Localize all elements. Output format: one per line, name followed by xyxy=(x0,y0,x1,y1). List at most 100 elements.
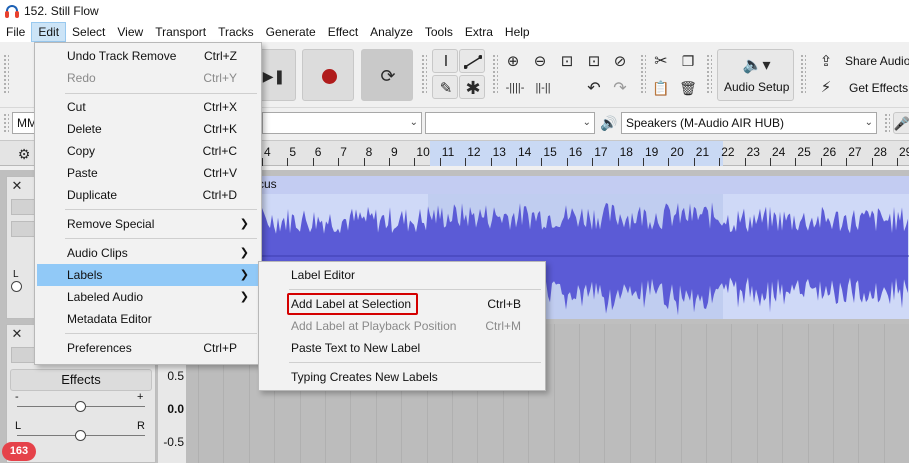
menu-edit[interactable]: Edit xyxy=(31,22,67,42)
menu-item-delete[interactable]: Delete Ctrl+K xyxy=(37,118,259,140)
menu-tracks[interactable]: Tracks xyxy=(212,22,260,42)
delete-icon[interactable]: 🗑 xyxy=(677,78,699,98)
menu-separator xyxy=(65,333,257,334)
menu-select[interactable]: Select xyxy=(66,22,111,42)
grid-line xyxy=(706,324,707,463)
trim-audio-icon[interactable]: -||||- xyxy=(502,78,528,98)
menu-item-undo[interactable]: Undo Track Remove Ctrl+Z xyxy=(37,45,259,67)
fit-selection-icon[interactable]: ⊡ xyxy=(556,50,578,72)
menu-file[interactable]: File xyxy=(0,22,31,42)
playback-device-value: Speakers (M-Audio AIR HUB) xyxy=(626,116,785,130)
menu-item-paste-text-to-new-label[interactable]: Paste Text to New Label xyxy=(261,337,543,359)
effects-button[interactable]: Effects xyxy=(10,369,152,391)
menu-item-copy[interactable]: Copy Ctrl+C xyxy=(37,140,259,162)
cut-icon[interactable]: ✂ xyxy=(650,50,672,72)
ruler-tick-label: 21 xyxy=(695,145,710,159)
ruler-tick-label: 23 xyxy=(746,145,760,159)
audio-setup-button[interactable]: 🔈▾ Audio Setup xyxy=(717,49,794,101)
menu-item-labels[interactable]: Labels ❯ xyxy=(37,264,259,286)
gain-plus-label: + xyxy=(137,391,144,403)
redo-icon[interactable]: ↷ xyxy=(609,78,631,98)
record-button[interactable] xyxy=(302,49,354,101)
ruler-tick xyxy=(668,158,670,166)
ruler-tick-label: 7 xyxy=(340,145,347,159)
close-track-icon[interactable]: ✕ xyxy=(11,326,23,341)
ruler-tick xyxy=(846,158,848,166)
menu-transport[interactable]: Transport xyxy=(149,22,212,42)
share-grip-icon[interactable] xyxy=(800,54,806,94)
undo-icon[interactable]: ↶ xyxy=(583,78,605,98)
menu-separator xyxy=(65,93,257,94)
menu-item-redo[interactable]: Redo Ctrl+Y xyxy=(37,67,259,89)
loop-icon: ⟳ xyxy=(380,65,396,86)
gain-slider-knob[interactable] xyxy=(75,401,86,412)
timeline-settings-gear-icon[interactable]: ⚙ xyxy=(14,144,34,164)
grid-line xyxy=(655,324,657,463)
menu-item-paste[interactable]: Paste Ctrl+V xyxy=(37,162,259,184)
pan-slider-knob[interactable] xyxy=(11,281,22,292)
paste-icon[interactable]: 📋 xyxy=(650,78,672,98)
envelope-icon xyxy=(460,50,486,74)
zoom-out-icon[interactable]: ⊖ xyxy=(529,50,551,72)
recording-channels-select[interactable]: ⌄ xyxy=(425,112,595,134)
envelope-tool-button[interactable] xyxy=(459,49,485,73)
menu-item-cut[interactable]: Cut Ctrl+X xyxy=(37,96,259,118)
tools-grip-icon[interactable] xyxy=(421,54,427,94)
silence-audio-icon[interactable]: ||-|| xyxy=(530,78,556,98)
get-effects-button[interactable]: Get Effects xyxy=(849,81,908,95)
menu-item-add-label-at-playback[interactable]: Add Label at Playback Position Ctrl+M xyxy=(261,315,543,337)
ruler-tick-label: 28 xyxy=(873,145,887,159)
record-icon xyxy=(303,50,355,102)
loop-button[interactable]: ⟳ xyxy=(361,49,413,101)
menu-item-preferences[interactable]: Preferences Ctrl+P xyxy=(37,337,259,359)
ruler-tick xyxy=(617,158,619,166)
recording-device-select[interactable]: ⌄ xyxy=(262,112,422,134)
device-grip-icon[interactable] xyxy=(3,113,9,133)
menu-extra[interactable]: Extra xyxy=(459,22,499,42)
menu-help[interactable]: Help xyxy=(499,22,536,42)
edit-grip-icon[interactable] xyxy=(492,54,498,94)
close-track-icon[interactable]: ✕ xyxy=(11,178,23,193)
zoom-in-icon[interactable]: ⊕ xyxy=(502,50,524,72)
ruler-tick-label: 17 xyxy=(594,145,608,159)
menu-generate[interactable]: Generate xyxy=(260,22,322,42)
microphone-icon: 🎤 xyxy=(893,116,909,131)
menu-item-typing-creates-new-labels[interactable]: Typing Creates New Labels xyxy=(261,366,543,388)
ruler-tick xyxy=(897,158,898,166)
pan-slider-knob[interactable] xyxy=(75,430,86,441)
zoom-toggle-icon[interactable]: ⊘ xyxy=(609,50,631,72)
clipboard-grip-icon[interactable] xyxy=(640,54,646,94)
fit-project-icon[interactable]: ⊡ xyxy=(583,50,605,72)
pan-right-label: R xyxy=(137,420,145,432)
plug-icon: ⚡ xyxy=(820,79,832,96)
menu-item-metadata-editor[interactable]: Metadata Editor xyxy=(37,308,259,330)
selection-tool-button[interactable]: I xyxy=(432,49,458,73)
multi-tool-button[interactable]: ✱ xyxy=(459,75,485,99)
share-audio-button[interactable]: Share Audio xyxy=(845,54,909,68)
menu-tools[interactable]: Tools xyxy=(419,22,459,42)
copy-icon[interactable]: ❐ xyxy=(677,50,699,72)
menu-effect[interactable]: Effect xyxy=(322,22,364,42)
meter-settings-button[interactable]: 🎤 xyxy=(893,112,909,134)
share-upload-icon: ⇪ xyxy=(819,53,833,70)
menu-item-duplicate[interactable]: Duplicate Ctrl+D xyxy=(37,184,259,206)
playback-device-select[interactable]: Speakers (M-Audio AIR HUB) ⌄ xyxy=(621,112,877,134)
playback-speaker-icon: 🔊 xyxy=(600,114,618,131)
menu-item-label-editor[interactable]: Label Editor xyxy=(261,264,543,286)
draw-tool-button[interactable]: ✎ xyxy=(432,75,458,99)
menu-view[interactable]: View xyxy=(111,22,149,42)
ruler-tick-label: 15 xyxy=(543,145,557,159)
audio-setup-grip-icon[interactable] xyxy=(706,54,712,94)
notification-badge[interactable]: 163 xyxy=(2,442,36,461)
ruler-tick xyxy=(490,158,492,166)
ruler-tick xyxy=(516,158,517,166)
ruler-tick-label: 14 xyxy=(518,145,532,159)
menu-item-remove-special[interactable]: Remove Special ❯ xyxy=(37,213,259,235)
menu-item-labeled-audio[interactable]: Labeled Audio ❯ xyxy=(37,286,259,308)
toolbar-grip-icon[interactable] xyxy=(3,54,9,94)
meter-grip-icon[interactable] xyxy=(884,113,890,133)
menu-item-audio-clips[interactable]: Audio Clips ❯ xyxy=(37,242,259,264)
menu-analyze[interactable]: Analyze xyxy=(364,22,419,42)
ruler-tick xyxy=(465,158,467,166)
clip-header[interactable]: cus xyxy=(186,176,909,194)
